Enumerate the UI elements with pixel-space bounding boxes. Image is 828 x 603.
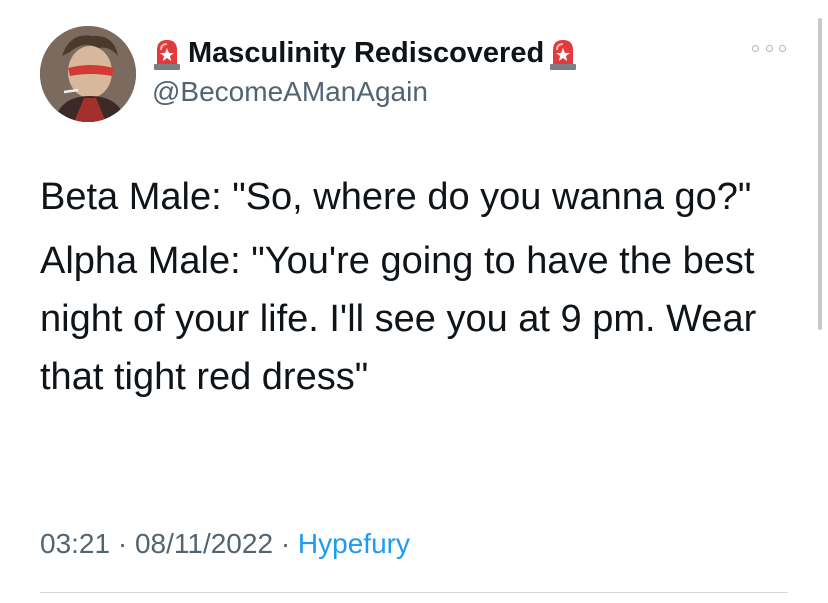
- separator: ·: [280, 528, 291, 559]
- avatar-image: [40, 26, 136, 122]
- author-handle[interactable]: @BecomeAManAgain: [152, 76, 428, 108]
- dot: [765, 44, 773, 52]
- author-display-name[interactable]: Masculinity Rediscovered: [188, 37, 544, 70]
- police-siren-icon: [152, 36, 182, 70]
- tweet-metadata: 03:21 · 08/11/2022 · Hypefury: [40, 528, 410, 560]
- tweet-source-link[interactable]: Hypefury: [298, 528, 410, 559]
- divider: [40, 592, 788, 593]
- separator: ·: [117, 528, 128, 559]
- tweet-time[interactable]: 03:21: [40, 528, 110, 559]
- avatar[interactable]: [40, 26, 136, 122]
- author-name-row[interactable]: Masculinity Rediscovered: [152, 33, 578, 73]
- tweet-card: Masculinity Rediscovered @BecomeAManAgai…: [0, 0, 828, 603]
- scrollbar[interactable]: [818, 18, 822, 330]
- dot: [779, 44, 786, 52]
- tweet-date[interactable]: 08/11/2022: [135, 528, 273, 559]
- police-siren-icon: [548, 36, 578, 70]
- tweet-text: Beta Male: "So, where do you wanna go?" …: [40, 168, 790, 406]
- dot: [752, 44, 759, 52]
- tweet-line: Beta Male: "So, where do you wanna go?": [40, 176, 752, 218]
- more-options-icon[interactable]: [752, 38, 786, 58]
- tweet-line: Alpha Male: "You're going to have the be…: [40, 240, 757, 398]
